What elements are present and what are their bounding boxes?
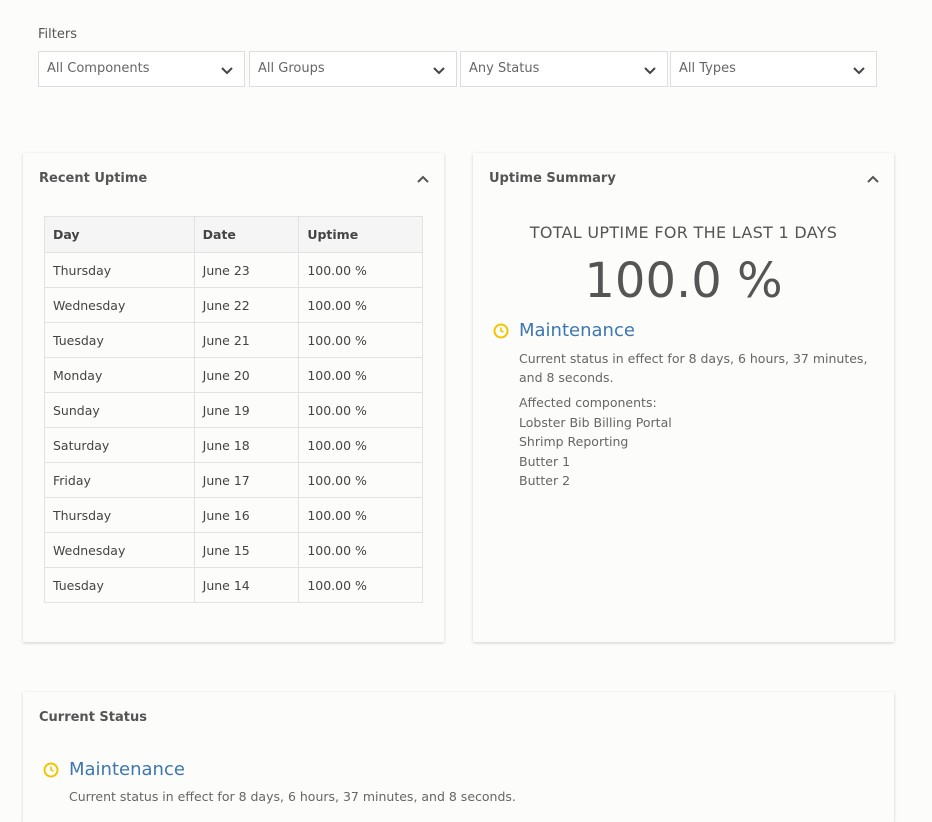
cell-uptime: 100.00 %: [298, 322, 423, 358]
groups-filter[interactable]: All Groups: [249, 51, 457, 87]
cell-uptime: 100.00 %: [298, 427, 423, 463]
current-status-panel: Current Status Maintenance Current statu…: [23, 692, 894, 822]
cell-date: June 17: [193, 462, 300, 498]
cell-uptime: 100.00 %: [298, 462, 423, 498]
chevron-down-icon: [644, 67, 656, 75]
table-header-row: Day Date Uptime: [44, 216, 423, 253]
chevron-down-icon: [433, 67, 445, 75]
affected-components-label: Affected components:: [519, 395, 657, 410]
table-row: Thursday June 23 100.00 %: [44, 252, 423, 288]
uptime-table: Day Date Uptime Thursday June 23 100.00 % W…: [44, 216, 423, 603]
cell-date: June 19: [193, 392, 300, 428]
table-row: Wednesday June 22 100.00 %: [44, 287, 423, 323]
types-filter-value: All Types: [679, 61, 736, 76]
cell-uptime: 100.00 %: [298, 532, 423, 568]
cell-day: Friday: [44, 462, 195, 498]
table-row: Tuesday June 14 100.00 %: [44, 567, 423, 603]
cell-uptime: 100.00 %: [298, 287, 423, 323]
chevron-down-icon: [221, 67, 233, 75]
chevron-down-icon: [853, 67, 865, 75]
cell-date: June 16: [193, 497, 300, 533]
cell-day: Saturday: [44, 427, 195, 463]
table-row: Monday June 20 100.00 %: [44, 357, 423, 393]
table-row: Sunday June 19 100.00 %: [44, 392, 423, 428]
uptime-summary-panel: Uptime Summary TOTAL UPTIME FOR THE LAST…: [473, 153, 894, 642]
table-row: Wednesday June 15 100.00 %: [44, 532, 423, 568]
clock-icon: [493, 323, 509, 339]
cell-day: Tuesday: [44, 567, 195, 603]
cell-date: June 23: [193, 252, 300, 288]
status-filter[interactable]: Any Status: [460, 51, 668, 87]
chevron-up-icon[interactable]: [416, 173, 430, 187]
cell-uptime: 100.00 %: [298, 252, 423, 288]
cell-day: Wednesday: [44, 287, 195, 323]
list-item: Butter 2: [519, 473, 571, 488]
cell-uptime: 100.00 %: [298, 357, 423, 393]
summary-status-text: Current status in effect for 8 days, 6 h…: [519, 351, 868, 385]
cell-day: Monday: [44, 357, 195, 393]
list-item: Lobster Bib Billing Portal: [519, 414, 672, 430]
components-filter-value: All Components: [47, 61, 150, 76]
current-status-text: Current status in effect for 8 days, 6 h…: [69, 789, 516, 804]
types-filter[interactable]: All Types: [670, 51, 877, 87]
recent-uptime-title: Recent Uptime: [39, 171, 148, 186]
column-header-day: Day: [44, 216, 195, 253]
chevron-up-icon[interactable]: [866, 173, 880, 187]
table-row: Saturday June 18 100.00 %: [44, 427, 423, 463]
uptime-summary-title: Uptime Summary: [489, 171, 616, 186]
cell-date: June 14: [193, 567, 300, 603]
column-header-date: Date: [193, 216, 300, 253]
list-item: Shrimp Reporting: [519, 434, 629, 449]
cell-uptime: 100.00 %: [298, 567, 423, 603]
total-uptime-value: 100.0 %: [584, 253, 783, 309]
cell-day: Thursday: [44, 252, 195, 288]
cell-date: June 15: [193, 532, 300, 568]
components-filter[interactable]: All Components: [38, 51, 245, 87]
recent-uptime-panel: Recent Uptime Day Date Uptime Thursday Ju…: [23, 153, 444, 642]
cell-date: June 18: [193, 427, 300, 463]
cell-day: Thursday: [44, 497, 195, 533]
list-item: Butter 1: [519, 453, 571, 469]
cell-uptime: 100.00 %: [298, 497, 423, 533]
summary-status-name: Maintenance: [519, 320, 635, 341]
cell-date: June 22: [193, 287, 300, 323]
cell-day: Sunday: [44, 392, 195, 428]
cell-day: Tuesday: [44, 322, 195, 358]
cell-uptime: 100.00 %: [298, 392, 423, 428]
groups-filter-value: All Groups: [258, 61, 325, 76]
table-row: Tuesday June 21 100.00 %: [44, 322, 423, 358]
current-status-name: Maintenance: [69, 759, 185, 780]
total-uptime-heading: TOTAL UPTIME FOR THE LAST 1 DAYS: [529, 223, 838, 242]
cell-day: Wednesday: [44, 532, 195, 568]
cell-date: June 21: [193, 322, 300, 358]
status-filter-value: Any Status: [469, 61, 540, 76]
cell-date: June 20: [193, 357, 300, 393]
affected-components: Affected components: Lobster Bib Billing…: [519, 393, 672, 491]
table-row: Thursday June 16 100.00 %: [44, 497, 423, 533]
clock-icon: [43, 762, 59, 778]
filters-label: Filters: [38, 27, 77, 42]
table-row: Friday June 17 100.00 %: [44, 462, 423, 498]
column-header-uptime: Uptime: [298, 216, 423, 253]
current-status-title: Current Status: [39, 710, 147, 725]
